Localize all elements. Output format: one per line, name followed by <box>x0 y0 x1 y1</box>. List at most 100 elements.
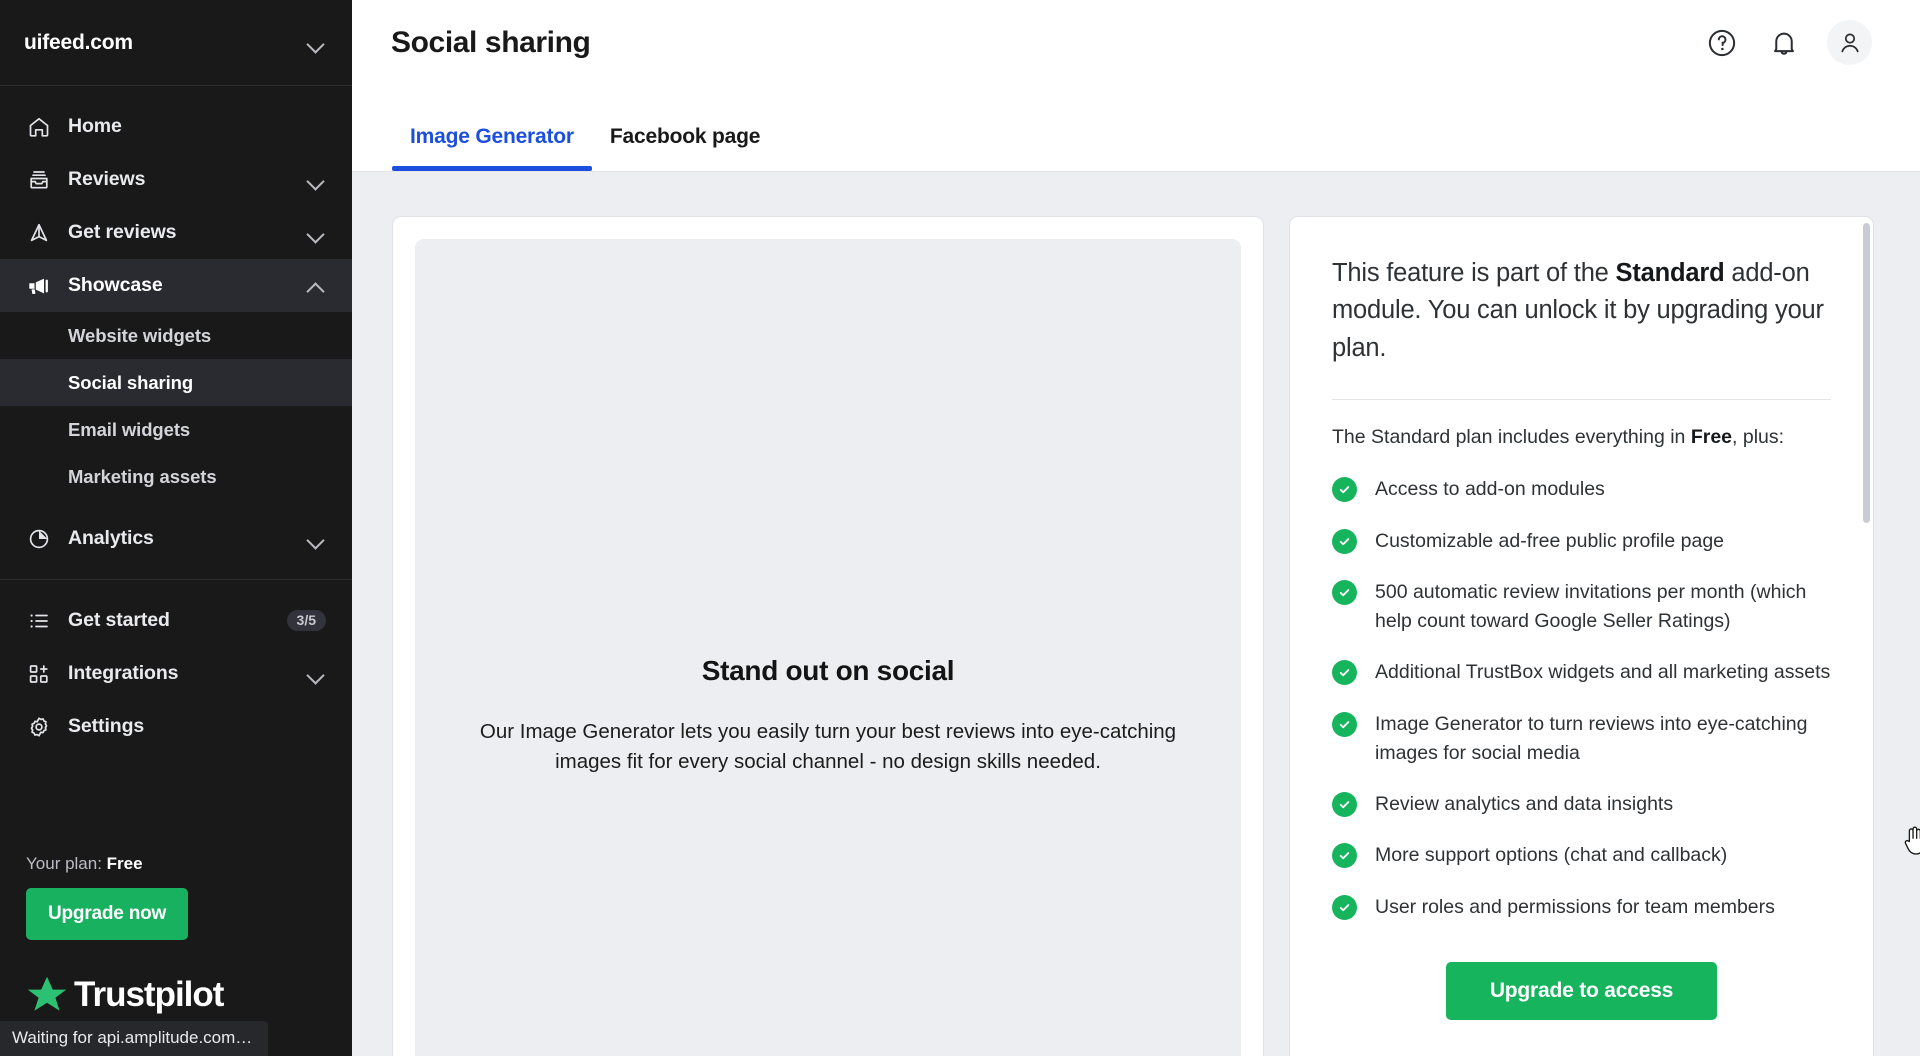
cta-wrapper: Upgrade to access <box>1332 961 1831 1020</box>
primary-nav: Home Reviews Get reviews Showcase Websit… <box>0 86 352 753</box>
chevron-down-icon[interactable] <box>306 664 326 684</box>
upsell-scrollbar[interactable] <box>1863 223 1870 523</box>
content-area: Stand out on social Our Image Generator … <box>352 172 1920 1056</box>
feature-text: User roles and permissions for team memb… <box>1375 895 1775 918</box>
chevron-down-icon[interactable] <box>306 33 326 53</box>
sidebar-subitem-label: Email widgets <box>68 418 191 440</box>
upgrade-to-access-button[interactable]: Upgrade to access <box>1445 961 1718 1020</box>
trustpilot-wordmark: Trustpilot <box>74 975 224 1014</box>
list-item: Additional TrustBox widgets and all mark… <box>1332 658 1831 687</box>
feature-text: Image Generator to turn reviews into eye… <box>1375 712 1808 764</box>
sidebar: uifeed.com Home Reviews Get reviews Show… <box>0 0 352 1056</box>
sidebar-item-label: Reviews <box>68 168 146 190</box>
top-bar: Social sharing Image Generator Facebook … <box>352 0 1920 172</box>
list-item: User roles and permissions for team memb… <box>1332 893 1831 922</box>
nav-divider <box>0 579 352 580</box>
check-circle-icon <box>1332 711 1357 737</box>
sidebar-item-home[interactable]: Home <box>0 100 352 153</box>
sidebar-subitem-social-sharing[interactable]: Social sharing <box>0 359 352 406</box>
sidebar-item-label: Home <box>68 115 122 137</box>
star-icon <box>27 976 67 1011</box>
feature-text: 500 automatic review invitations per mon… <box>1375 580 1807 633</box>
sidebar-item-label: Analytics <box>68 527 154 549</box>
chevron-down-icon[interactable] <box>306 529 326 549</box>
check-circle-icon <box>1332 660 1357 686</box>
sidebar-subitem-label: Website widgets <box>68 324 212 346</box>
list-item: Review analytics and data insights <box>1332 790 1831 819</box>
plan-value: Free <box>106 854 143 873</box>
check-circle-icon <box>1332 477 1357 503</box>
list-item: Image Generator to turn reviews into eye… <box>1332 710 1831 769</box>
feature-text: Access to add-on modules <box>1375 478 1605 501</box>
pie-chart-icon <box>26 526 52 552</box>
sidebar-item-get-reviews[interactable]: Get reviews <box>0 206 352 259</box>
upsell-subheadline: The Standard plan includes everything in… <box>1332 426 1831 449</box>
promo-panel: Stand out on social Our Image Generator … <box>415 239 1241 1056</box>
feature-text: More support options (chat and callback) <box>1375 844 1728 867</box>
plan-section: Your plan: Free Upgrade now <box>0 854 352 940</box>
check-circle-icon <box>1332 894 1357 920</box>
chevron-down-icon[interactable] <box>306 170 326 190</box>
sidebar-item-settings[interactable]: Settings <box>0 700 352 753</box>
chevron-up-icon[interactable] <box>306 276 326 296</box>
sidebar-subitem-label: Social sharing <box>68 371 194 393</box>
upgrade-now-button[interactable]: Upgrade now <box>26 888 189 940</box>
checklist-icon <box>26 608 52 634</box>
check-circle-icon <box>1332 792 1357 818</box>
list-item: Customizable ad-free public profile page <box>1332 527 1831 556</box>
help-circle-icon[interactable] <box>1703 24 1741 62</box>
promo-description: Our Image Generator lets you easily turn… <box>479 719 1177 773</box>
main-area: Social sharing Image Generator Facebook … <box>352 0 1920 1056</box>
sidebar-item-label: Settings <box>68 715 145 737</box>
sidebar-item-get-started[interactable]: Get started 3/5 <box>0 594 352 647</box>
sidebar-item-label: Integrations <box>68 662 179 684</box>
feature-text: Customizable ad-free public profile page <box>1375 529 1725 552</box>
sidebar-subitem-marketing-assets[interactable]: Marketing assets <box>0 453 352 500</box>
upsell-sub-part1: The Standard plan includes everything in <box>1332 426 1691 449</box>
upsell-headline: This feature is part of the Standard add… <box>1332 255 1831 367</box>
list-item: Access to add-on modules <box>1332 475 1831 504</box>
upsell-card: This feature is part of the Standard add… <box>1289 216 1874 1056</box>
brand-selector[interactable]: uifeed.com <box>0 0 352 86</box>
megaphone-icon <box>26 273 52 299</box>
sidebar-item-label: Get started <box>68 609 170 631</box>
tab-image-generator[interactable]: Image Generator <box>392 125 592 171</box>
upsell-headline-bold: Standard <box>1615 259 1725 287</box>
bell-icon[interactable] <box>1765 24 1803 62</box>
sidebar-item-label: Showcase <box>68 274 163 296</box>
feature-list: Access to add-on modules Customizable ad… <box>1332 475 1831 922</box>
feature-text: Additional TrustBox widgets and all mark… <box>1375 661 1831 684</box>
browser-status-bar: Waiting for api.amplitude.com… <box>0 1021 269 1056</box>
upsell-sub-bold: Free <box>1690 426 1733 449</box>
top-bar-actions <box>1703 20 1872 66</box>
sidebar-subitem-website-widgets[interactable]: Website widgets <box>0 312 352 359</box>
check-circle-icon <box>1332 579 1357 605</box>
sidebar-item-label: Get reviews <box>68 221 177 243</box>
upsell-sub-part2: , plus: <box>1732 426 1785 449</box>
upsell-headline-part1: This feature is part of the <box>1332 259 1616 287</box>
inbox-icon <box>26 167 52 193</box>
tab-facebook-page[interactable]: Facebook page <box>592 125 778 171</box>
page-title: Social sharing <box>391 25 591 59</box>
upsell-divider <box>1332 399 1831 401</box>
check-circle-icon <box>1332 843 1357 869</box>
grid-plus-icon <box>26 661 52 687</box>
chevron-down-icon[interactable] <box>306 223 326 243</box>
sidebar-item-integrations[interactable]: Integrations <box>0 647 352 700</box>
sidebar-item-reviews[interactable]: Reviews <box>0 153 352 206</box>
plan-status: Your plan: Free <box>26 854 326 874</box>
tab-bar: Image Generator Facebook page <box>352 86 1920 171</box>
user-avatar-icon[interactable] <box>1827 20 1872 66</box>
get-started-progress-badge: 3/5 <box>286 610 326 631</box>
sidebar-item-analytics[interactable]: Analytics <box>0 512 352 565</box>
check-circle-icon <box>1332 528 1357 554</box>
sidebar-item-showcase[interactable]: Showcase <box>0 259 352 312</box>
top-bar-row: Social sharing <box>352 0 1920 86</box>
list-item: 500 automatic review invitations per mon… <box>1332 578 1831 637</box>
promo-title: Stand out on social <box>701 654 955 686</box>
sidebar-subitem-email-widgets[interactable]: Email widgets <box>0 406 352 453</box>
sidebar-subitem-label: Marketing assets <box>68 465 217 487</box>
list-item: More support options (chat and callback) <box>1332 841 1831 870</box>
gear-icon <box>26 714 52 740</box>
